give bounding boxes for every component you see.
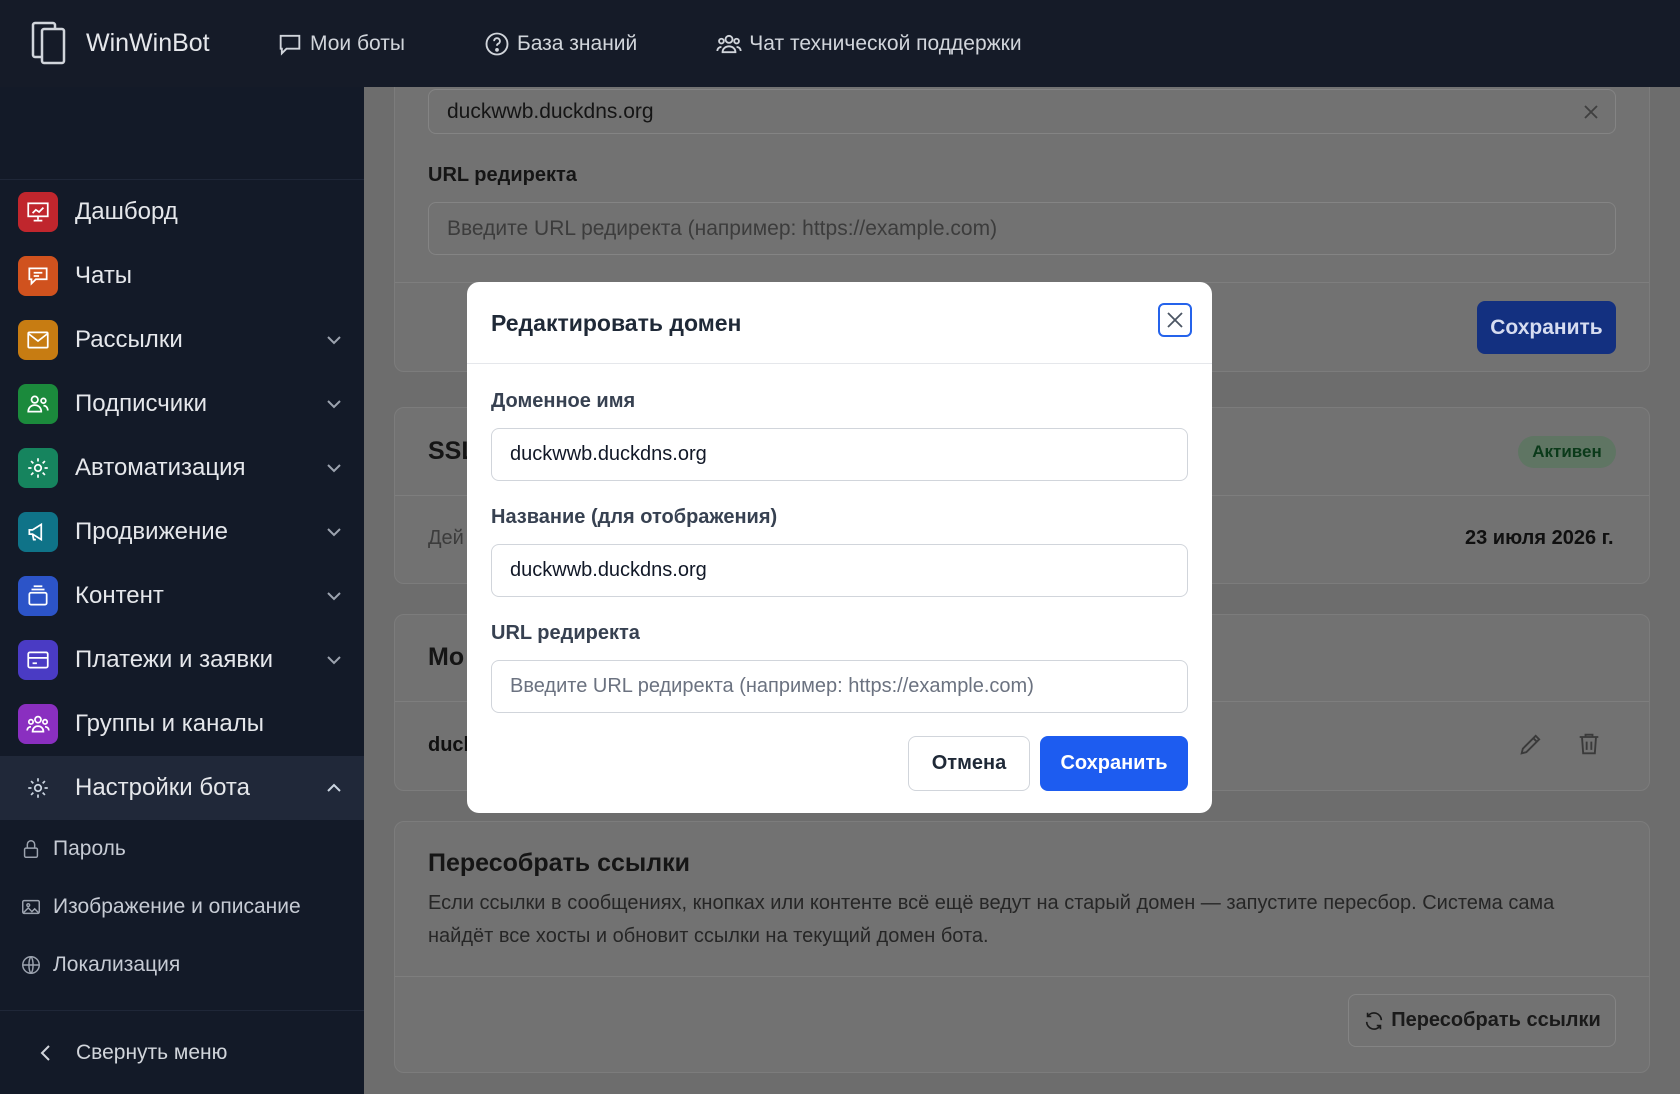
brand-name: WinWinBot — [86, 29, 210, 57]
sidebar-item-label: Продвижение — [75, 518, 228, 545]
sidebar-item-label: Чаты — [75, 262, 133, 289]
display-name-label: Название (для отображения) — [491, 506, 778, 528]
stack-icon — [18, 576, 58, 616]
sidebar-item-label: Подписчики — [75, 390, 208, 417]
chevron-down-icon — [327, 464, 341, 473]
collapse-menu-label: Свернуть меню — [76, 1040, 228, 1064]
topnav-label: База знаний — [516, 31, 638, 55]
top-bar: WinWinBot Мои боты База знаний Чат техни… — [0, 0, 1680, 87]
cancel-button[interactable]: Отмена — [908, 736, 1030, 791]
sidebar: Дашборд Чаты Рассылки Подписчики Автомат… — [0, 87, 364, 1094]
sidebar-item-automation[interactable]: Автоматизация — [0, 436, 364, 500]
redirect-field[interactable]: Введите URL редиректа (например: https:/… — [428, 202, 1616, 255]
sidebar-item-label: Контент — [75, 582, 164, 609]
sidebar-item-mailings[interactable]: Рассылки — [0, 308, 364, 372]
sidebar-item-bot-settings[interactable]: Настройки бота — [0, 756, 364, 820]
save-button[interactable]: Сохранить — [1040, 736, 1188, 791]
topnav-support-chat[interactable]: Чат технической поддержки — [715, 30, 1022, 58]
gear-icon — [18, 768, 58, 808]
mail-icon — [18, 320, 58, 360]
rebuild-description: Если ссылки в сообщениях, кнопках или ко… — [428, 892, 1555, 947]
logo-icon — [31, 21, 66, 64]
lock-icon — [23, 840, 39, 858]
chat-icon — [18, 256, 58, 296]
modal-title: Редактировать домен — [491, 310, 742, 336]
domains-title: Мо — [428, 643, 465, 671]
rebuild-title: Пересобрать ссылки — [428, 849, 690, 877]
ssl-status-badge: Активен — [1518, 436, 1616, 468]
save-button[interactable]: Сохранить — [1477, 301, 1616, 354]
redirect-url-label: URL редиректа — [491, 622, 640, 644]
sidebar-subitem-label: Изображение и описание — [53, 895, 301, 918]
edit-icon[interactable] — [1517, 730, 1545, 758]
rebuild-links-label: Пересобрать ссылки — [1391, 1009, 1601, 1031]
ssl-expiry-date: 23 июля 2026 г. — [1465, 527, 1614, 549]
chevron-down-icon — [327, 592, 341, 601]
chevron-down-icon — [327, 528, 341, 537]
sidebar-item-chats[interactable]: Чаты — [0, 244, 364, 308]
display-name-value: duckwwb.duckdns.org — [510, 559, 707, 581]
sidebar-item-label: Настройки бота — [75, 774, 250, 801]
sidebar-item-subscribers[interactable]: Подписчики — [0, 372, 364, 436]
redirect-label: URL редиректа — [428, 164, 577, 186]
sidebar-item-label: Дашборд — [75, 198, 178, 225]
users-icon — [716, 34, 742, 53]
chevron-down-icon — [327, 336, 341, 345]
edit-domain-modal: Редактировать домен Доменное имя duckwwb… — [467, 282, 1212, 813]
collapse-menu-button[interactable]: Свернуть меню — [0, 1010, 364, 1094]
close-icon[interactable] — [1583, 104, 1599, 120]
chevron-left-icon — [40, 1044, 50, 1061]
redirect-placeholder: Введите URL редиректа (например: https:/… — [447, 216, 998, 240]
domain-value: duckwwb.duckdns.org — [447, 99, 654, 123]
sidebar-item-label: Платежи и заявки — [75, 646, 274, 673]
group-icon — [18, 704, 58, 744]
chevron-down-icon — [327, 400, 341, 409]
topnav-label: Чат технической поддержки — [749, 31, 1022, 55]
topnav-knowledge-base[interactable]: База знаний — [483, 30, 637, 58]
display-name-input[interactable]: duckwwb.duckdns.org — [491, 544, 1188, 597]
sidebar-item-promotion[interactable]: Продвижение — [0, 500, 364, 564]
modal-header: Редактировать домен — [467, 282, 1212, 364]
topnav-label: Мои боты — [310, 31, 405, 55]
close-icon — [1167, 312, 1183, 328]
sidebar-subitem-password[interactable]: Пароль — [0, 820, 364, 878]
sidebar-subitem-localization[interactable]: Локализация — [0, 936, 364, 994]
redirect-url-placeholder: Введите URL редиректа (например: https:/… — [510, 675, 1034, 697]
gear-icon — [18, 448, 58, 488]
chevron-up-icon — [327, 783, 341, 792]
sidebar-item-groups[interactable]: Группы и каналы — [0, 692, 364, 756]
domain-name-input[interactable]: duckwwb.duckdns.org — [491, 428, 1188, 481]
help-circle-icon — [485, 32, 509, 55]
credit-card-icon — [18, 640, 58, 680]
ssl-row-label: Дей — [428, 527, 464, 549]
sidebar-item-label: Рассылки — [75, 326, 183, 353]
rebuild-links-button[interactable]: Пересобрать ссылки — [1348, 994, 1616, 1047]
chat-bubble-icon — [279, 34, 301, 56]
chevron-down-icon — [327, 656, 341, 665]
sidebar-item-payments[interactable]: Платежи и заявки — [0, 628, 364, 692]
users-icon — [18, 384, 58, 424]
sidebar-subitem-label: Пароль — [53, 837, 126, 860]
sidebar-subitem-image[interactable]: Изображение и описание — [0, 878, 364, 936]
sidebar-item-label: Автоматизация — [75, 454, 246, 481]
domain-name-label: Доменное имя — [491, 390, 636, 412]
globe-icon — [22, 956, 40, 974]
redirect-url-input[interactable]: Введите URL редиректа (например: https:/… — [491, 660, 1188, 713]
image-icon — [22, 899, 40, 915]
presentation-chart-icon — [18, 192, 58, 232]
domain-field[interactable]: duckwwb.duckdns.org — [428, 89, 1616, 134]
brand[interactable]: WinWinBot — [30, 21, 276, 67]
modal-close-button[interactable] — [1158, 303, 1192, 337]
refresh-icon — [1366, 1011, 1383, 1030]
sidebar-item-content[interactable]: Контент — [0, 564, 364, 628]
domain-name-value: duckwwb.duckdns.org — [510, 443, 707, 465]
trash-icon[interactable] — [1575, 730, 1603, 758]
sidebar-subitem-label: Локализация — [53, 953, 181, 976]
sidebar-item-dashboard[interactable]: Дашборд — [0, 180, 364, 244]
megaphone-icon — [18, 512, 58, 552]
sidebar-item-label: Группы и каналы — [75, 710, 264, 737]
topnav-my-bots[interactable]: Мои боты — [276, 30, 405, 58]
